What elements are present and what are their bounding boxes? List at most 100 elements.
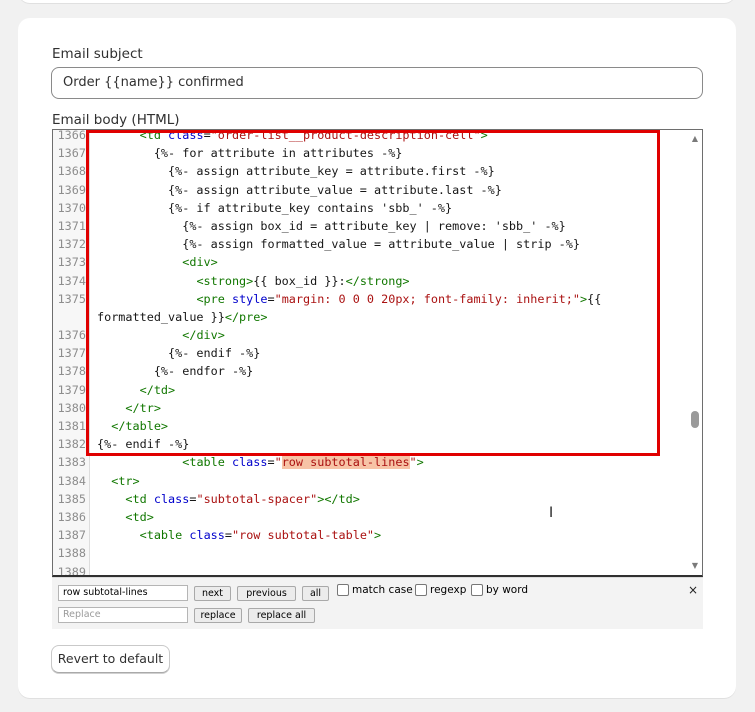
line-number: 1367 xyxy=(57,146,86,161)
line-text[interactable]: <table class="row subtotal-table"> xyxy=(97,526,382,544)
line-number: 1366 xyxy=(57,129,86,142)
line-text[interactable]: <div> xyxy=(97,253,218,271)
line-text[interactable]: {%- if attribute_key contains 'sbb_' -%} xyxy=(97,199,452,217)
line-text[interactable]: {%- endif -%} xyxy=(97,344,260,362)
line-number: 1372 xyxy=(57,237,86,252)
line-text[interactable]: {%- assign attribute_value = attribute.l… xyxy=(97,181,502,199)
line-text[interactable]: {%- for attribute in attributes -%} xyxy=(97,144,403,162)
line-number: 1368 xyxy=(57,164,86,179)
line-text[interactable]: {%- endif -%} xyxy=(97,435,189,453)
regexp-checkbox[interactable]: regexp xyxy=(415,584,466,596)
line-number: 1379 xyxy=(57,382,86,397)
code-line[interactable]: 1368 {%- assign attribute_key = attribut… xyxy=(53,162,689,180)
line-number: 1386 xyxy=(57,509,86,524)
line-text[interactable]: <td> xyxy=(97,508,153,526)
code-line[interactable]: 1381 </table> xyxy=(53,417,689,435)
code-line[interactable]: 1379 </td> xyxy=(53,381,689,399)
code-line[interactable]: 1372 {%- assign formatted_value = attrib… xyxy=(53,235,689,253)
email-subject-label: Email subject xyxy=(52,46,143,62)
line-number: 1377 xyxy=(57,346,86,361)
code-line[interactable]: 1387 <table class="row subtotal-table"> xyxy=(53,526,689,544)
line-text[interactable]: {%- assign formatted_value = attribute_v… xyxy=(97,235,580,253)
line-text[interactable]: <table class="row subtotal-lines"> xyxy=(97,453,424,471)
code-line[interactable]: 1385 <td class="subtotal-spacer"></td> xyxy=(53,490,689,508)
code-line[interactable]: 1374 <strong>{{ box_id }}:</strong> xyxy=(53,272,689,290)
code-line[interactable]: 1378 {%- endfor -%} xyxy=(53,362,689,380)
line-number: 1389 xyxy=(57,564,86,577)
code-line[interactable]: 1386 <td> xyxy=(53,508,689,526)
line-number: 1378 xyxy=(57,364,86,379)
line-number: 1385 xyxy=(57,491,86,506)
line-text[interactable]: </tr> xyxy=(97,399,161,417)
line-number: 1373 xyxy=(57,255,86,270)
code-line[interactable]: 1384 <tr> xyxy=(53,472,689,490)
code-lines[interactable]: 1366 <td class="order-list__product-desc… xyxy=(53,129,689,577)
editor-scrollbar[interactable]: ▲ ▼ xyxy=(688,130,702,575)
replace-input[interactable]: Replace xyxy=(58,607,188,623)
line-number: 1371 xyxy=(57,218,86,233)
code-line[interactable]: 1375 <pre style="margin: 0 0 0 20px; fon… xyxy=(53,290,689,326)
code-line[interactable]: 1376 </div> xyxy=(53,326,689,344)
line-number: 1382 xyxy=(57,437,86,452)
find-all-button[interactable]: all xyxy=(302,586,329,601)
line-text[interactable]: </td> xyxy=(97,381,176,399)
code-line[interactable]: 1380 </tr> xyxy=(53,399,689,417)
text-cursor-icon: I xyxy=(549,505,554,521)
line-text[interactable]: {%- assign box_id = attribute_key | remo… xyxy=(97,217,566,235)
line-text[interactable]: <pre style="margin: 0 0 0 20px; font-fam… xyxy=(97,290,601,308)
code-line[interactable]: 1388 xyxy=(53,544,689,562)
email-body-label: Email body (HTML) xyxy=(52,112,180,128)
previous-card xyxy=(18,0,736,3)
line-text[interactable]: </div> xyxy=(97,326,225,344)
replace-button[interactable]: replace xyxy=(194,608,242,623)
checkbox-icon[interactable] xyxy=(337,584,349,596)
line-text-wrapped[interactable]: formatted_value }}</pre> xyxy=(97,308,267,326)
line-text[interactable]: <tr> xyxy=(97,472,139,490)
code-line[interactable]: 1383 <table class="row subtotal-lines"> xyxy=(53,453,689,471)
code-line[interactable]: 1373 <div> xyxy=(53,253,689,271)
line-text[interactable]: <td class="order-list__product-descripti… xyxy=(97,130,488,144)
line-number: 1375 xyxy=(57,291,86,306)
match-case-label: match case xyxy=(352,584,413,596)
line-number: 1387 xyxy=(57,528,86,543)
line-number: 1376 xyxy=(57,328,86,343)
code-line[interactable]: 1377 {%- endif -%} xyxy=(53,344,689,362)
code-line[interactable]: 1382 {%- endif -%} xyxy=(53,435,689,453)
line-number: 1370 xyxy=(57,200,86,215)
find-replace-panel: row subtotal-lines next previous all mat… xyxy=(52,577,703,629)
revert-to-default-button[interactable]: Revert to default xyxy=(51,645,170,673)
scrollbar-thumb[interactable] xyxy=(691,411,699,428)
scroll-up-icon[interactable]: ▲ xyxy=(690,134,700,144)
match-case-checkbox[interactable]: match case xyxy=(337,584,413,596)
code-line[interactable]: 1366 <td class="order-list__product-desc… xyxy=(53,129,689,144)
line-number: 1381 xyxy=(57,419,86,434)
regexp-label: regexp xyxy=(430,584,467,596)
line-number: 1374 xyxy=(57,273,86,288)
code-line[interactable]: 1369 {%- assign attribute_value = attrib… xyxy=(53,181,689,199)
line-text[interactable]: </table> xyxy=(97,417,168,435)
line-number: 1383 xyxy=(57,455,86,470)
line-number: 1384 xyxy=(57,473,86,488)
line-number: 1388 xyxy=(57,546,86,561)
checkbox-icon[interactable] xyxy=(415,584,427,596)
code-line[interactable]: 1389 xyxy=(53,563,689,577)
by-word-label: by word xyxy=(486,584,529,596)
by-word-checkbox[interactable]: by word xyxy=(471,584,528,596)
line-text[interactable]: <strong>{{ box_id }}:</strong> xyxy=(97,272,409,290)
code-line[interactable]: 1370 {%- if attribute_key contains 'sbb_… xyxy=(53,199,689,217)
code-line[interactable]: 1367 {%- for attribute in attributes -%} xyxy=(53,144,689,162)
line-text[interactable]: <td class="subtotal-spacer"></td> xyxy=(97,490,359,508)
find-next-button[interactable]: next xyxy=(194,586,231,601)
line-number: 1380 xyxy=(57,400,86,415)
line-text[interactable]: {%- assign attribute_key = attribute.fir… xyxy=(97,162,495,180)
code-editor[interactable]: 1366 <td class="order-list__product-desc… xyxy=(52,129,703,577)
line-text[interactable]: {%- endfor -%} xyxy=(97,362,253,380)
checkbox-icon[interactable] xyxy=(471,584,483,596)
scroll-down-icon[interactable]: ▼ xyxy=(690,561,700,571)
replace-all-button[interactable]: replace all xyxy=(248,608,315,623)
find-input[interactable]: row subtotal-lines xyxy=(58,585,188,601)
close-icon[interactable]: × xyxy=(688,583,698,597)
code-line[interactable]: 1371 {%- assign box_id = attribute_key |… xyxy=(53,217,689,235)
email-subject-input[interactable]: Order {{name}} confirmed xyxy=(51,67,703,99)
find-previous-button[interactable]: previous xyxy=(237,586,296,601)
